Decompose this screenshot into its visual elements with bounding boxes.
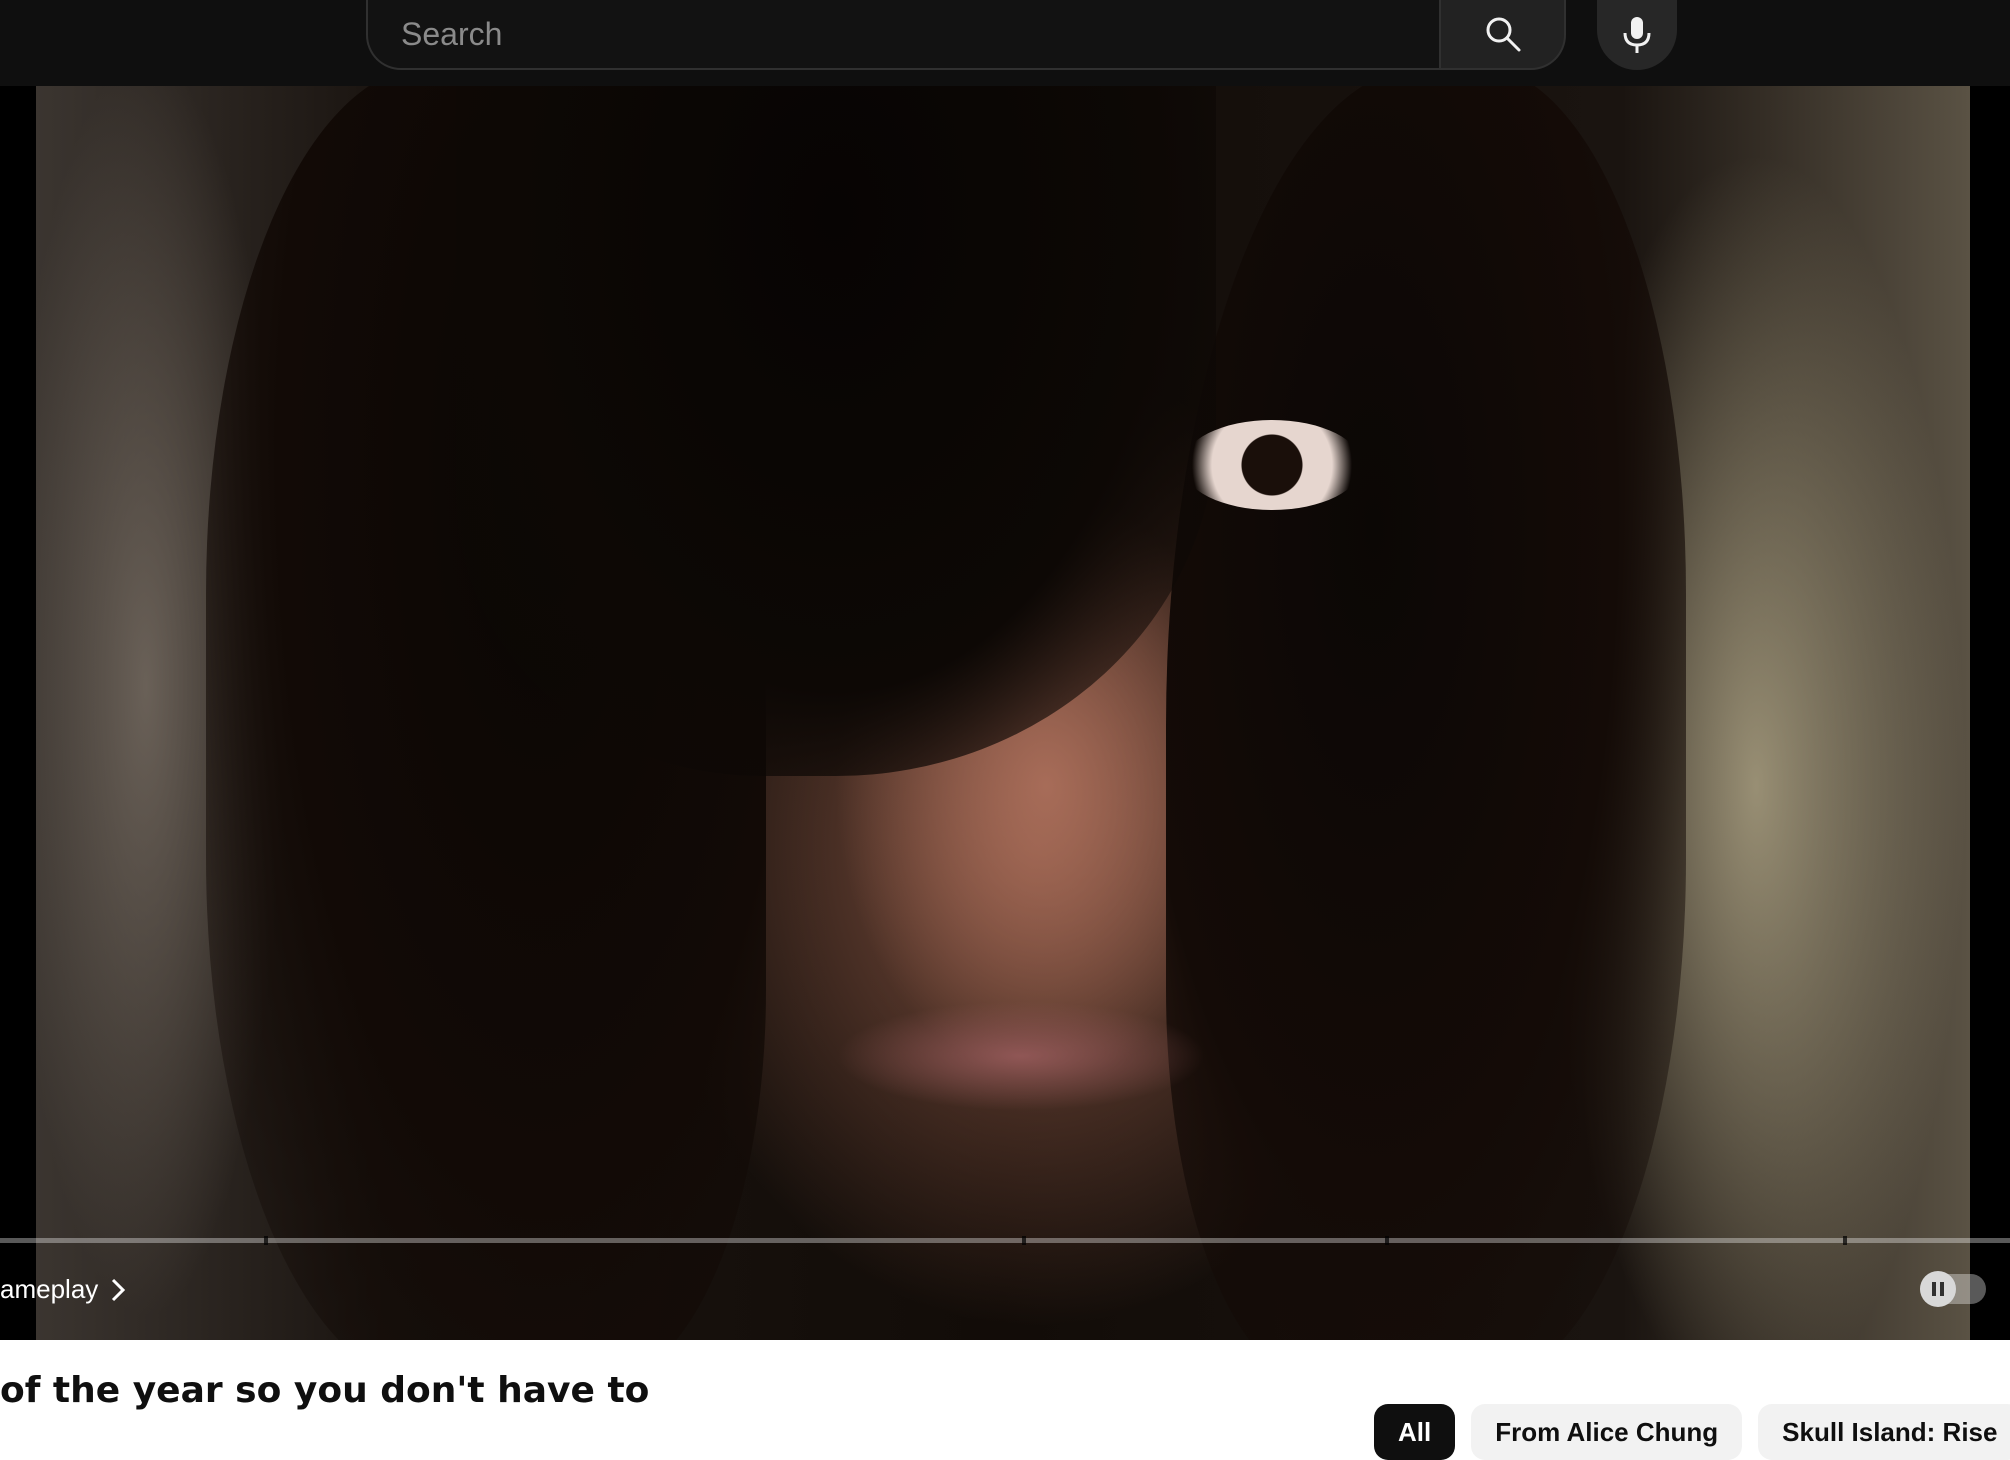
chapter-title: ameplay — [0, 1274, 99, 1304]
pause-icon — [1920, 1271, 1956, 1307]
search-button[interactable] — [1439, 0, 1566, 70]
video-player[interactable]: ameplay — [0, 86, 2010, 1340]
masthead — [0, 0, 2010, 86]
search-box — [366, 0, 1566, 70]
video-title: of the year so you don't have to — [0, 1370, 650, 1411]
video-content-bangs — [456, 86, 1216, 776]
related-chips: All From Alice Chung Skull Island: Rise — [1374, 1404, 2010, 1460]
video-content-lips — [836, 1001, 1206, 1111]
chapter-marker — [264, 1236, 268, 1245]
chapter-marker — [1385, 1236, 1389, 1245]
search-icon — [1486, 17, 1520, 52]
video-content-eye — [1182, 420, 1362, 510]
progress-bar[interactable] — [0, 1238, 2010, 1243]
chip-related-game[interactable]: Skull Island: Rise — [1758, 1404, 2010, 1460]
video-content-right — [1166, 86, 1686, 1340]
chevron-right-icon — [112, 1278, 126, 1301]
video-frame[interactable] — [36, 86, 1970, 1340]
chapter-marker — [1022, 1236, 1026, 1245]
chip-from-channel[interactable]: From Alice Chung — [1471, 1404, 1743, 1460]
autoplay-toggle[interactable] — [1920, 1271, 1986, 1307]
search-input[interactable] — [366, 0, 1439, 70]
microphone-icon — [1623, 17, 1651, 53]
chip-all[interactable]: All — [1374, 1404, 1456, 1460]
voice-search-button[interactable] — [1597, 0, 1677, 70]
chapter-marker — [1843, 1236, 1847, 1245]
chapter-title-button[interactable]: ameplay — [0, 1274, 126, 1305]
